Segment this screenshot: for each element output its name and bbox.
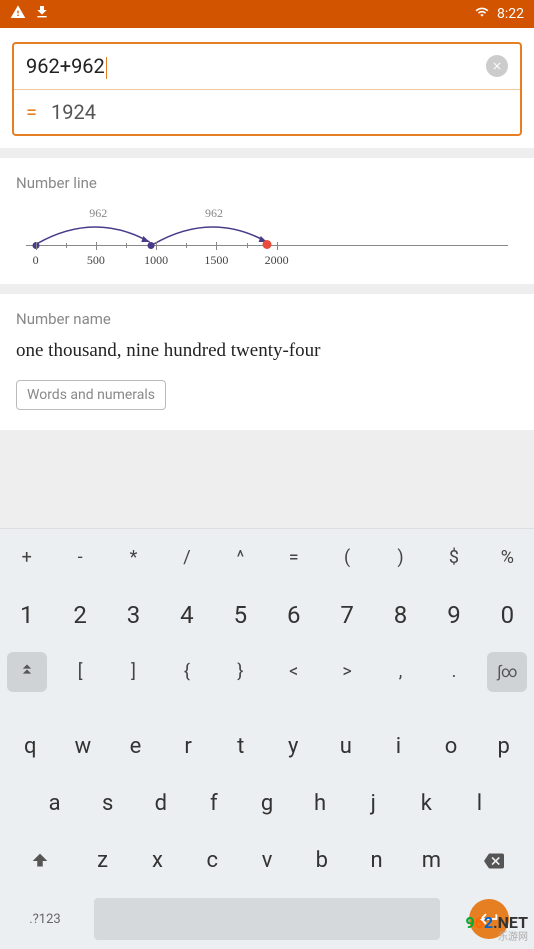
key-5[interactable]: 5 <box>214 586 267 643</box>
number-line: 962 962 0 500 1000 1500 2000 <box>26 204 508 264</box>
key-c[interactable]: c <box>185 832 240 889</box>
key-h[interactable]: h <box>294 775 347 832</box>
number-line-card: Number line 962 962 0 500 1000 1500 2000 <box>0 158 534 284</box>
key-caret[interactable]: ^ <box>214 529 267 586</box>
words-numerals-button[interactable]: Words and numerals <box>16 380 166 410</box>
key-a[interactable]: a <box>28 775 81 832</box>
key-o[interactable]: o <box>425 718 478 775</box>
key-rbracket[interactable]: ] <box>107 643 160 700</box>
input-box: 962+962 = 1924 <box>12 42 522 136</box>
key-dollar[interactable]: $ <box>427 529 480 586</box>
expression-text: 962+962 <box>26 54 486 79</box>
key-g[interactable]: g <box>240 775 293 832</box>
key-d[interactable]: d <box>134 775 187 832</box>
key-period[interactable]: . <box>427 643 480 700</box>
key-w[interactable]: w <box>57 718 110 775</box>
number-line-title: Number line <box>16 174 518 192</box>
key-k[interactable]: k <box>400 775 453 832</box>
keyboard: + - * / ^ = ( ) $ % 1 2 3 4 5 6 7 8 9 0 … <box>0 528 534 949</box>
key-lbrace[interactable]: { <box>160 643 213 700</box>
key-gt[interactable]: > <box>320 643 373 700</box>
end-dot <box>263 240 272 249</box>
key-8[interactable]: 8 <box>374 586 427 643</box>
key-n[interactable]: n <box>349 832 404 889</box>
key-row-symbols: + - * / ^ = ( ) $ % <box>0 529 534 586</box>
key-2[interactable]: 2 <box>53 586 106 643</box>
key-t[interactable]: t <box>214 718 267 775</box>
key-u[interactable]: u <box>320 718 373 775</box>
key-j[interactable]: j <box>347 775 400 832</box>
mid-dot <box>148 242 155 249</box>
equals-sign: = <box>26 100 37 124</box>
key-lt[interactable]: < <box>267 643 320 700</box>
key-1[interactable]: 1 <box>0 586 53 643</box>
arc-label-2: 962 <box>205 206 223 221</box>
key-p[interactable]: p <box>477 718 530 775</box>
wifi-icon <box>473 5 491 23</box>
key-mode[interactable]: .?123 <box>0 889 90 949</box>
key-rbrace[interactable]: } <box>214 643 267 700</box>
key-minus[interactable]: - <box>53 529 106 586</box>
status-time: 8:22 <box>497 6 524 22</box>
tick-3: 1500 <box>204 253 228 268</box>
tick-2: 1000 <box>144 253 168 268</box>
tick-4: 2000 <box>265 253 289 268</box>
key-4[interactable]: 4 <box>160 586 213 643</box>
key-asterisk[interactable]: * <box>107 529 160 586</box>
result-row: = 1924 <box>14 89 520 134</box>
clear-icon[interactable] <box>486 55 508 77</box>
key-z[interactable]: z <box>75 832 130 889</box>
key-percent[interactable]: % <box>481 529 534 586</box>
status-bar: 8:22 <box>0 0 534 28</box>
key-3[interactable]: 3 <box>107 586 160 643</box>
key-expand-up[interactable] <box>0 643 53 700</box>
key-row-zxcv: z x c v b n m <box>0 832 534 889</box>
key-r[interactable]: r <box>162 718 215 775</box>
number-name-text: one thousand, nine hundred twenty-four <box>16 340 518 362</box>
key-enter[interactable] <box>444 889 534 949</box>
key-shift[interactable] <box>4 832 75 889</box>
key-row-qwerty: q w e r t y u i o p <box>0 718 534 775</box>
key-plus[interactable]: + <box>0 529 53 586</box>
key-equals[interactable]: = <box>267 529 320 586</box>
input-area: 962+962 = 1924 <box>0 28 534 148</box>
result-value: 1924 <box>51 100 96 124</box>
tick-1: 500 <box>87 253 105 268</box>
key-rparen[interactable]: ) <box>374 529 427 586</box>
key-m[interactable]: m <box>404 832 459 889</box>
arc-label-1: 962 <box>89 206 107 221</box>
key-e[interactable]: e <box>109 718 162 775</box>
key-slash[interactable]: / <box>160 529 213 586</box>
key-f[interactable]: f <box>187 775 240 832</box>
number-name-title: Number name <box>16 310 518 328</box>
key-y[interactable]: y <box>267 718 320 775</box>
key-9[interactable]: 9 <box>427 586 480 643</box>
key-7[interactable]: 7 <box>320 586 373 643</box>
key-comma[interactable]: , <box>374 643 427 700</box>
key-0[interactable]: 0 <box>481 586 534 643</box>
key-6[interactable]: 6 <box>267 586 320 643</box>
key-x[interactable]: x <box>130 832 185 889</box>
key-lparen[interactable]: ( <box>320 529 373 586</box>
key-l[interactable]: l <box>453 775 506 832</box>
key-lbracket[interactable]: [ <box>53 643 106 700</box>
warning-icon <box>10 4 26 24</box>
key-row-bottom: .?123 <box>0 889 534 949</box>
expression-field[interactable]: 962+962 <box>14 44 520 89</box>
key-i[interactable]: i <box>372 718 425 775</box>
number-name-card: Number name one thousand, nine hundred t… <box>0 294 534 430</box>
key-v[interactable]: v <box>240 832 295 889</box>
key-b[interactable]: b <box>294 832 349 889</box>
key-row-asdf: a s d f g h j k l <box>0 775 534 832</box>
key-row-numbers: 1 2 3 4 5 6 7 8 9 0 <box>0 586 534 643</box>
download-icon <box>34 4 50 24</box>
tick-0: 0 <box>33 253 39 268</box>
key-space[interactable] <box>94 898 440 940</box>
key-row-brackets: [ ] { } < > , . ∫∞ <box>0 643 534 700</box>
key-s[interactable]: s <box>81 775 134 832</box>
key-q[interactable]: q <box>4 718 57 775</box>
key-backspace[interactable] <box>459 832 530 889</box>
key-integral[interactable]: ∫∞ <box>481 643 534 700</box>
